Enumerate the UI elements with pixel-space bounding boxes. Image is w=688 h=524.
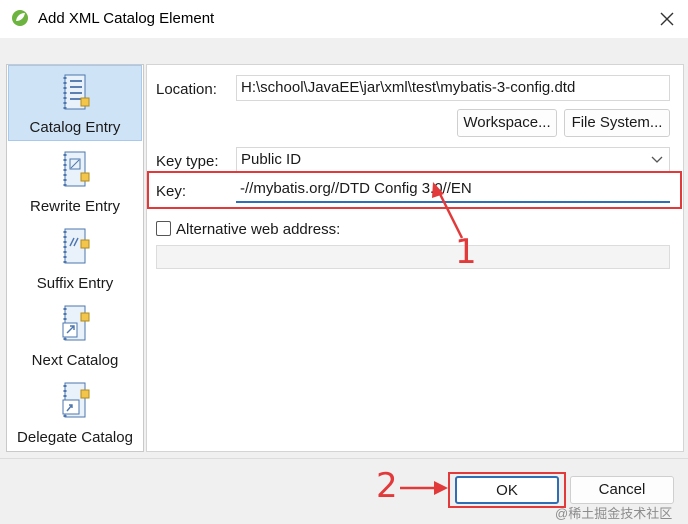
key-type-select[interactable]: Public ID bbox=[236, 147, 670, 173]
suffix-entry-icon bbox=[63, 228, 90, 264]
nav-item-label: Rewrite Entry bbox=[29, 198, 121, 215]
cancel-button[interactable]: Cancel bbox=[570, 476, 674, 504]
catalog-form-panel: Location: H:\school\JavaEE\jar\xml\test\… bbox=[146, 64, 684, 452]
annotation-arrow-2 bbox=[400, 481, 448, 495]
annotation-arrow-1 bbox=[432, 182, 464, 239]
spring-leaf-icon bbox=[12, 10, 28, 26]
alternative-web-address-checkbox[interactable] bbox=[156, 221, 171, 236]
title-bar: Add XML Catalog Element bbox=[0, 0, 688, 38]
key-type-value: Public ID bbox=[241, 151, 302, 168]
nav-item-catalog-entry[interactable]: Catalog Entry bbox=[8, 65, 142, 141]
footer-separator bbox=[0, 458, 688, 459]
nav-item-next-catalog[interactable]: Next Catalog bbox=[8, 297, 142, 373]
chevron-down-icon bbox=[651, 156, 663, 163]
location-label: Location: bbox=[156, 81, 217, 98]
entry-type-list: Catalog Entry Rewrite Entry Suffix Entry… bbox=[6, 64, 144, 452]
alternative-web-address-input bbox=[156, 245, 670, 269]
key-highlight-box bbox=[147, 171, 682, 209]
location-input[interactable]: H:\school\JavaEE\jar\xml\test\mybatis-3-… bbox=[236, 75, 670, 101]
nav-item-label: Next Catalog bbox=[31, 352, 119, 369]
alternative-web-address-label: Alternative web address: bbox=[176, 221, 341, 238]
watermark: @稀土掘金技术社区 bbox=[555, 506, 673, 521]
nav-item-label: Suffix Entry bbox=[36, 275, 114, 292]
annotation-number-2: 2 bbox=[376, 466, 398, 506]
rewrite-entry-icon bbox=[63, 151, 90, 187]
workspace-button[interactable]: Workspace... bbox=[457, 109, 557, 137]
nav-item-rewrite-entry[interactable]: Rewrite Entry bbox=[8, 143, 142, 219]
ok-highlight-box bbox=[448, 472, 566, 508]
nav-item-suffix-entry[interactable]: Suffix Entry bbox=[8, 220, 142, 296]
catalog-entry-icon bbox=[63, 74, 90, 110]
file-system-button[interactable]: File System... bbox=[564, 109, 670, 137]
nav-item-label: Catalog Entry bbox=[29, 119, 121, 136]
nav-item-delegate-catalog[interactable]: Delegate Catalog bbox=[8, 374, 142, 450]
next-catalog-icon bbox=[62, 305, 90, 341]
nav-item-label: Delegate Catalog bbox=[17, 429, 133, 446]
delegate-catalog-icon bbox=[62, 382, 90, 418]
annotation-number-1: 1 bbox=[455, 232, 477, 272]
window-title: Add XML Catalog Element bbox=[38, 10, 215, 27]
close-icon[interactable] bbox=[652, 4, 682, 34]
key-type-label: Key type: bbox=[156, 153, 219, 170]
